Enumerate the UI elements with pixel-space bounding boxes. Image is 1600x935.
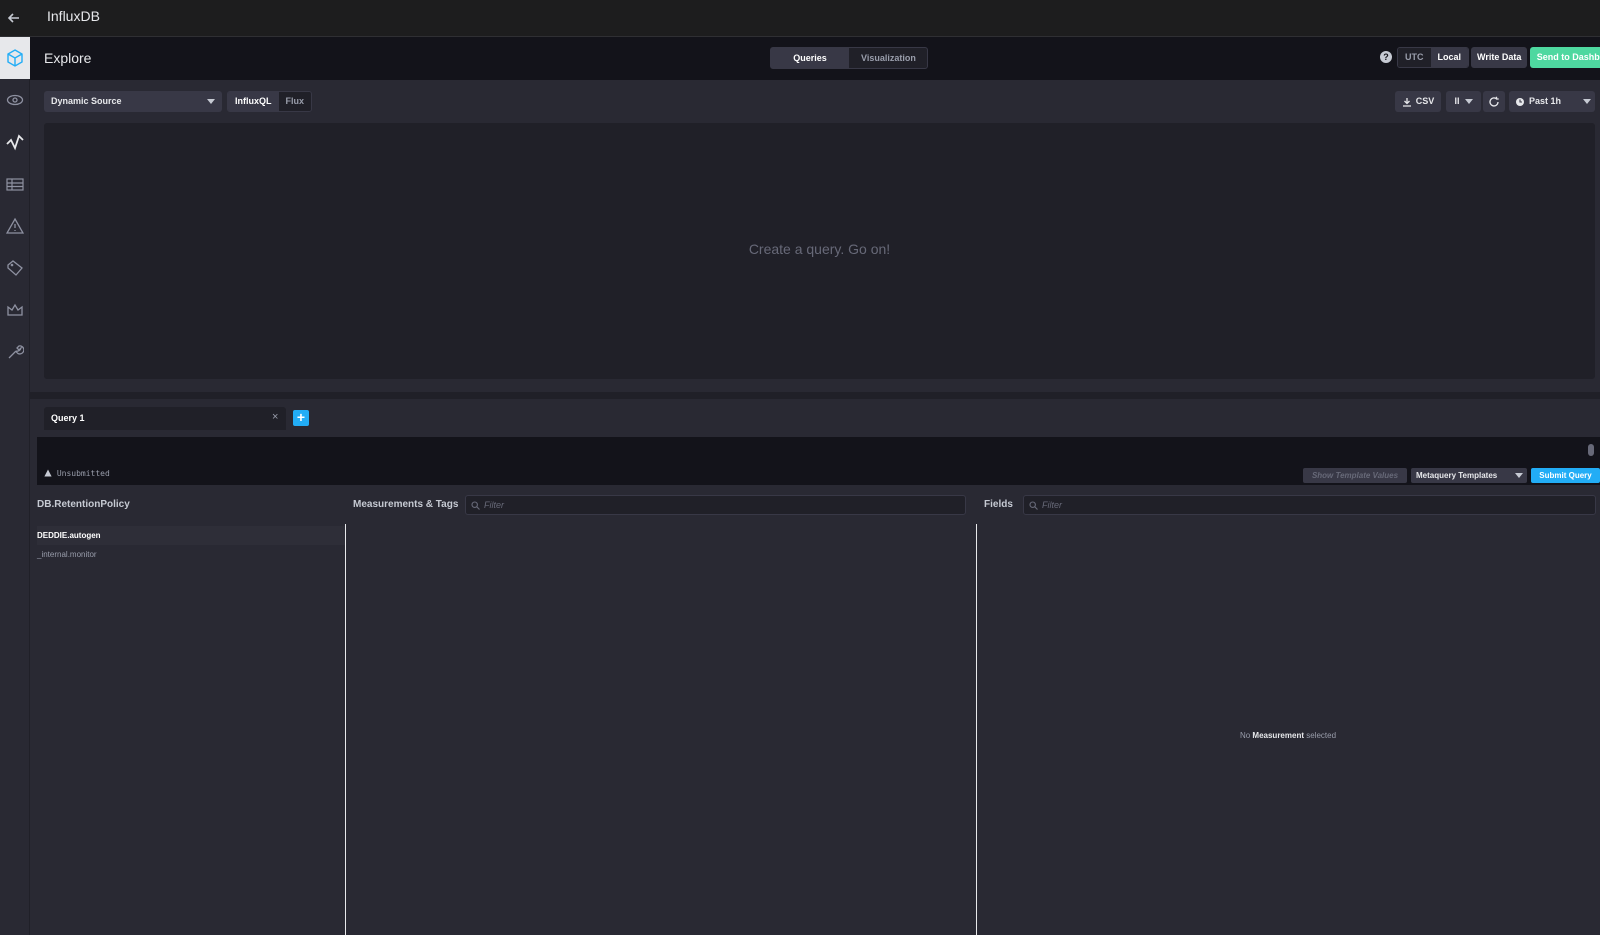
close-icon[interactable]: × [272, 411, 278, 423]
search-icon [471, 501, 480, 510]
query-tab-label: Query 1 [51, 413, 85, 423]
refresh-button[interactable] [1483, 91, 1505, 112]
add-query-button[interactable]: + [293, 410, 309, 426]
dashboards-icon[interactable] [0, 163, 30, 205]
no-measurement-prefix: No [1239, 731, 1251, 740]
configuration-icon[interactable] [0, 331, 30, 373]
fields-filter-input[interactable]: Filter [1023, 495, 1596, 515]
resize-divider[interactable] [30, 392, 1600, 399]
side-nav [0, 37, 30, 935]
db-item[interactable]: _internal.monitor [37, 545, 345, 564]
query-language-toggle: InfluxQL Flux [227, 91, 313, 112]
influxql-option[interactable]: InfluxQL [228, 92, 279, 111]
admin-icon[interactable] [0, 289, 30, 331]
host-list-icon[interactable] [0, 79, 30, 121]
chevron-down-icon [1583, 99, 1591, 104]
measurements-filter-input[interactable]: Filter [465, 495, 966, 515]
show-template-values-button[interactable]: Show Template Values [1303, 468, 1407, 483]
source-dropdown-label: Dynamic Source [51, 96, 122, 106]
query-status: Unsubmitted [44, 469, 110, 478]
warning-icon [44, 469, 52, 477]
metaquery-templates-dropdown[interactable]: Metaquery Templates [1411, 468, 1527, 483]
csv-download-button[interactable]: CSV [1395, 91, 1441, 112]
clock-icon [1516, 97, 1524, 106]
pause-icon: II [1454, 96, 1460, 106]
column-divider [976, 524, 977, 935]
submit-query-button[interactable]: Submit Query [1531, 468, 1600, 483]
time-range-label: Past 1h [1529, 96, 1562, 106]
send-to-dashboard-button[interactable]: Send to Dashboard [1530, 47, 1600, 68]
log-viewer-icon[interactable] [0, 247, 30, 289]
empty-graph-message: Create a query. Go on! [748, 241, 891, 257]
tab-visualization[interactable]: Visualization [849, 48, 927, 68]
view-tabs: Queries Visualization [770, 47, 928, 69]
alerting-icon[interactable] [0, 205, 30, 247]
timezone-toggle: UTC Local [1397, 47, 1470, 68]
query-tab[interactable]: Query 1 × [44, 407, 286, 430]
time-range-dropdown[interactable]: Past 1h [1509, 91, 1595, 112]
db-retention-header: DB.RetentionPolicy [37, 499, 130, 510]
source-dropdown[interactable]: Dynamic Source [44, 91, 222, 112]
autorefresh-dropdown[interactable]: II [1446, 91, 1481, 112]
no-measurement-message: No Measurement selected [976, 731, 1600, 740]
search-icon [1029, 501, 1038, 510]
title-bar: InfluxDB [0, 0, 1600, 37]
local-option[interactable]: Local [1430, 48, 1469, 67]
graph-panel: Create a query. Go on! [44, 123, 1595, 379]
tab-queries[interactable]: Queries [771, 48, 849, 68]
flux-option[interactable]: Flux [278, 92, 312, 111]
measurements-filter-placeholder: Filter [484, 500, 504, 510]
page-header: Explore Queries Visualization ? UTC Loca… [30, 37, 1600, 80]
app-title: InfluxDB [47, 8, 100, 24]
measurements-header: Measurements & Tags [353, 499, 459, 510]
refresh-icon [1489, 96, 1499, 107]
chevron-down-icon [1464, 99, 1473, 104]
metaquery-templates-label: Metaquery Templates [1416, 471, 1498, 480]
fields-header: Fields [984, 499, 1013, 510]
chevron-down-icon [1515, 473, 1523, 478]
no-measurement-bold: Measurement [1252, 731, 1304, 740]
query-status-text: Unsubmitted [56, 469, 110, 478]
status-icon[interactable] [0, 37, 30, 79]
db-item[interactable]: DEDDIE.autogen [37, 526, 345, 545]
write-data-button[interactable]: Write Data [1471, 47, 1528, 68]
utc-option[interactable]: UTC [1398, 48, 1431, 67]
page-title: Explore [44, 50, 92, 66]
fields-filter-placeholder: Filter [1042, 500, 1062, 510]
column-divider [345, 524, 346, 935]
help-icon[interactable]: ? [1380, 51, 1392, 63]
csv-label: CSV [1415, 96, 1435, 106]
editor-scrollbar[interactable] [1588, 444, 1594, 456]
no-measurement-suffix: selected [1306, 731, 1337, 740]
download-icon [1402, 97, 1411, 107]
data-explorer-icon[interactable] [0, 121, 30, 163]
chevron-down-icon [207, 99, 215, 104]
back-arrow-icon[interactable] [4, 8, 24, 28]
